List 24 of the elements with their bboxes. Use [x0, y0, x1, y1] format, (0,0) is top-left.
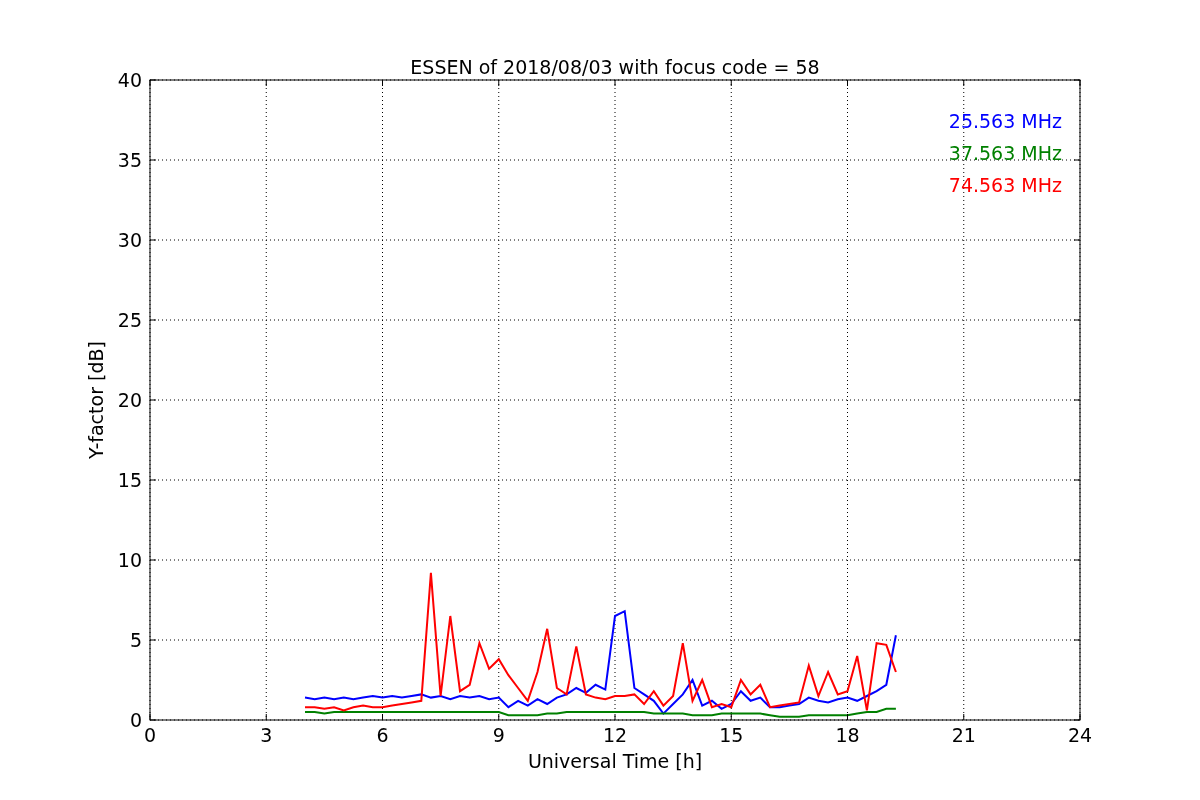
chart-title: ESSEN of 2018/08/03 with focus code = 58 — [410, 56, 820, 78]
x-tick-label: 18 — [835, 724, 860, 746]
legend-label: 25.563 MHz — [948, 110, 1062, 132]
x-tick-label: 0 — [143, 724, 157, 746]
x-tick-label: 12 — [602, 724, 628, 746]
y-tick-label: 5 — [129, 629, 142, 651]
x-tick-label: 6 — [376, 724, 389, 746]
y-tick-label: 10 — [117, 549, 142, 571]
legend-label: 74.563 MHz — [948, 174, 1062, 196]
y-axis-label: Y-factor [dB] — [85, 341, 107, 459]
y-tick-label: 25 — [117, 309, 142, 331]
x-tick-label: 15 — [719, 724, 744, 746]
x-axis-label: Universal Time [h] — [527, 750, 703, 772]
y-tick-label: 20 — [117, 389, 142, 411]
x-tick-label: 3 — [260, 724, 273, 746]
x-tick-label: 9 — [492, 724, 505, 746]
y-tick-label: 35 — [117, 149, 142, 171]
y-tick-label: 15 — [117, 469, 142, 491]
y-tick-label: 40 — [117, 69, 142, 91]
y-tick-label: 30 — [117, 229, 142, 251]
x-tick-label: 21 — [951, 724, 976, 746]
y-tick-label: 0 — [129, 709, 142, 731]
legend-label: 37.563 MHz — [948, 142, 1062, 164]
x-tick-label: 24 — [1067, 724, 1093, 746]
